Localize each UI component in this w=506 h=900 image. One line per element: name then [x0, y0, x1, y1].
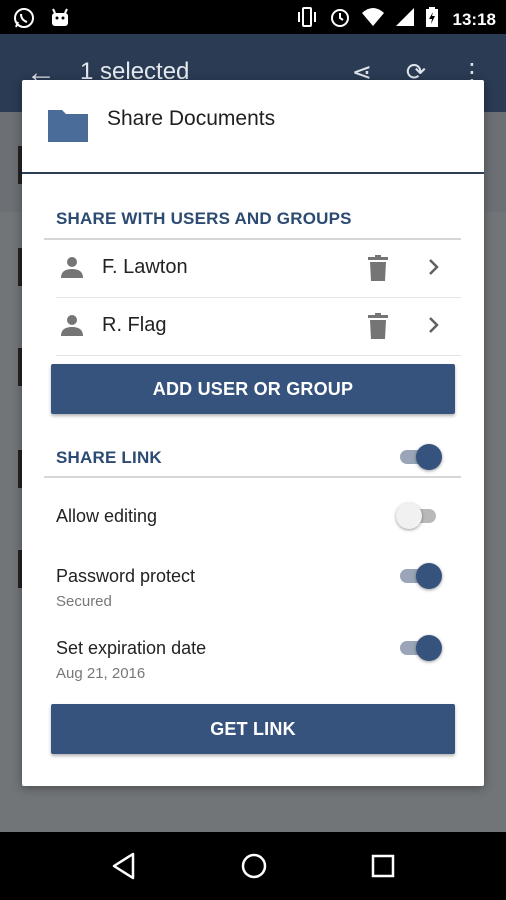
expiration-date-label: Set expiration date [56, 638, 207, 658]
vibrate-icon [295, 6, 319, 33]
user-name: R. Flag [102, 314, 167, 336]
android-icon [50, 7, 70, 34]
person-icon [60, 256, 84, 283]
chevron-right-icon[interactable] [428, 316, 440, 339]
expiration-date-value: Aug 21, 2016 [56, 665, 146, 682]
allow-editing-toggle[interactable] [396, 501, 446, 531]
users-section-title: SHARE WITH USERS AND GROUPS [56, 209, 352, 228]
share-documents-dialog: Share Documents SHARE WITH USERS AND GRO… [22, 80, 484, 786]
password-protect-subtitle: Secured [56, 593, 112, 610]
status-clock: 13:18 [452, 9, 496, 29]
share-link-section-title: SHARE LINK [56, 448, 162, 467]
section-divider [44, 476, 461, 478]
toggle-thumb [416, 563, 442, 589]
get-link-button[interactable]: GET LINK [51, 704, 455, 754]
expiration-date-toggle[interactable] [400, 633, 446, 663]
user-name: F. Lawton [102, 256, 188, 278]
chevron-right-icon[interactable] [428, 258, 440, 281]
wifi-icon [361, 7, 385, 32]
folder-icon [48, 108, 88, 147]
whatsapp-icon [12, 6, 36, 35]
user-row[interactable]: F. Lawton [56, 241, 461, 297]
recents-icon[interactable] [371, 854, 395, 878]
toggle-thumb [416, 635, 442, 661]
person-icon [60, 314, 84, 341]
password-protect-toggle[interactable] [400, 561, 446, 591]
signal-icon [395, 7, 415, 32]
dialog-title: Share Documents [107, 107, 276, 130]
status-bar: 13:18 [0, 0, 506, 34]
delete-icon[interactable] [368, 255, 388, 286]
password-protect-label: Password protect [56, 566, 196, 586]
row-divider [56, 355, 461, 356]
delete-icon[interactable] [368, 313, 388, 344]
allow-editing-label: Allow editing [56, 506, 158, 526]
home-icon[interactable] [240, 852, 268, 880]
battery-charging-icon [425, 6, 439, 33]
user-row[interactable]: R. Flag [56, 299, 461, 355]
share-link-toggle[interactable] [400, 442, 446, 472]
toggle-thumb [416, 444, 442, 470]
row-divider [56, 297, 461, 298]
add-user-or-group-button[interactable]: ADD USER OR GROUP [51, 364, 455, 414]
navigation-bar [0, 832, 506, 900]
back-icon[interactable] [111, 852, 137, 880]
toggle-thumb [396, 503, 422, 529]
alarm-icon [329, 6, 351, 33]
section-divider [44, 238, 461, 240]
dialog-header: Share Documents [22, 80, 484, 174]
